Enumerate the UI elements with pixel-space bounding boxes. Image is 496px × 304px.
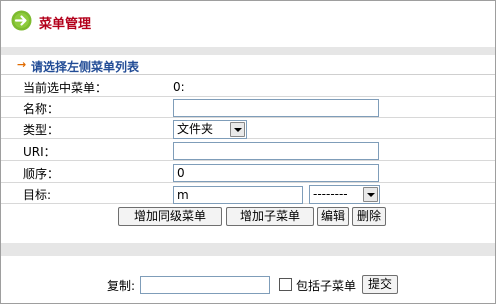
uri-input[interactable] (173, 142, 379, 160)
target-row: 目标: m -------- (1, 183, 495, 204)
include-children-label: 包括子菜单 (296, 279, 357, 293)
target-select[interactable]: -------- (309, 185, 380, 204)
target-select-value: -------- (313, 187, 348, 201)
uri-row: URI： (1, 140, 495, 161)
edit-button[interactable]: 编辑 (317, 207, 349, 226)
page-header: 菜单管理 (1, 1, 495, 47)
submit-button[interactable]: 提交 (362, 275, 398, 294)
target-label: 目标: (23, 188, 52, 202)
separator-band-bottom (1, 243, 495, 256)
panel-title: 请选择左侧菜单列表 (31, 60, 140, 74)
type-select-value: 文件夹 (177, 122, 214, 136)
name-row: 名称： (1, 97, 495, 118)
arrow-right-circle-icon (11, 10, 32, 31)
add-sibling-menu-button[interactable]: 增加同级菜单 (118, 207, 222, 226)
copy-label: 复制: (107, 279, 136, 293)
add-child-menu-button[interactable]: 增加子菜单 (226, 207, 314, 226)
panel-header: → 请选择左侧菜单列表 (1, 55, 495, 75)
current-menu-value: 0: (173, 80, 185, 94)
name-input[interactable] (173, 99, 379, 117)
type-select[interactable]: 文件夹 (173, 120, 247, 139)
name-label: 名称： (23, 102, 60, 116)
delete-button[interactable]: 删除 (352, 207, 386, 226)
uri-label: URI： (23, 145, 56, 159)
copy-input[interactable] (140, 276, 270, 294)
action-buttons-row: 增加同级菜单 增加子菜单 编辑 删除 (1, 206, 495, 227)
bullet-arrow-icon: → (17, 58, 27, 71)
copy-footer: 复制: 包括子菜单 提交 (1, 256, 495, 303)
include-children-checkbox[interactable] (279, 278, 292, 291)
order-row: 顺序： 0 (1, 162, 495, 183)
type-row: 类型： 文件夹 (1, 118, 495, 139)
separator-band (1, 47, 495, 55)
current-menu-label: 当前选中菜单： (23, 81, 108, 95)
type-label: 类型： (23, 123, 60, 137)
menu-edit-panel: → 请选择左侧菜单列表 当前选中菜单： 0: 名称： 类型： 文件夹 URI： … (1, 55, 495, 243)
order-label: 顺序： (23, 167, 60, 181)
current-menu-row: 当前选中菜单： 0: (1, 76, 495, 97)
page-title: 菜单管理 (39, 17, 92, 32)
target-input[interactable]: m (173, 186, 303, 204)
chevron-down-icon (230, 122, 245, 137)
chevron-down-icon (363, 187, 378, 202)
order-input[interactable]: 0 (173, 164, 379, 182)
